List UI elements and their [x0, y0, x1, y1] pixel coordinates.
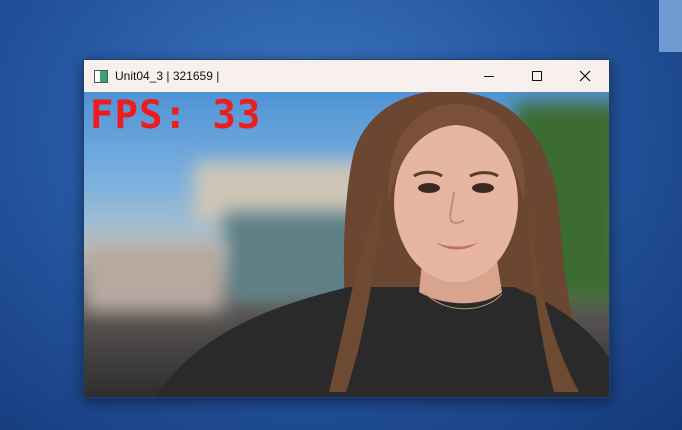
title-bar[interactable]: Unit04_3 | 321659 | — [84, 60, 609, 92]
close-icon — [579, 70, 591, 82]
app-icon — [94, 69, 108, 83]
fps-counter: FPS: 33 — [90, 93, 262, 138]
app-window: Unit04_3 | 321659 | FPS: 33 — [83, 59, 610, 398]
maximize-icon — [532, 71, 542, 81]
minimize-icon — [484, 76, 494, 77]
maximize-button[interactable] — [513, 60, 561, 92]
close-button[interactable] — [561, 60, 609, 92]
caption-buttons — [465, 60, 609, 92]
minimize-button[interactable] — [465, 60, 513, 92]
desktop-tile — [659, 0, 682, 52]
camera-feed: FPS: 33 — [84, 92, 609, 397]
window-title: Unit04_3 | 321659 | — [115, 69, 220, 83]
